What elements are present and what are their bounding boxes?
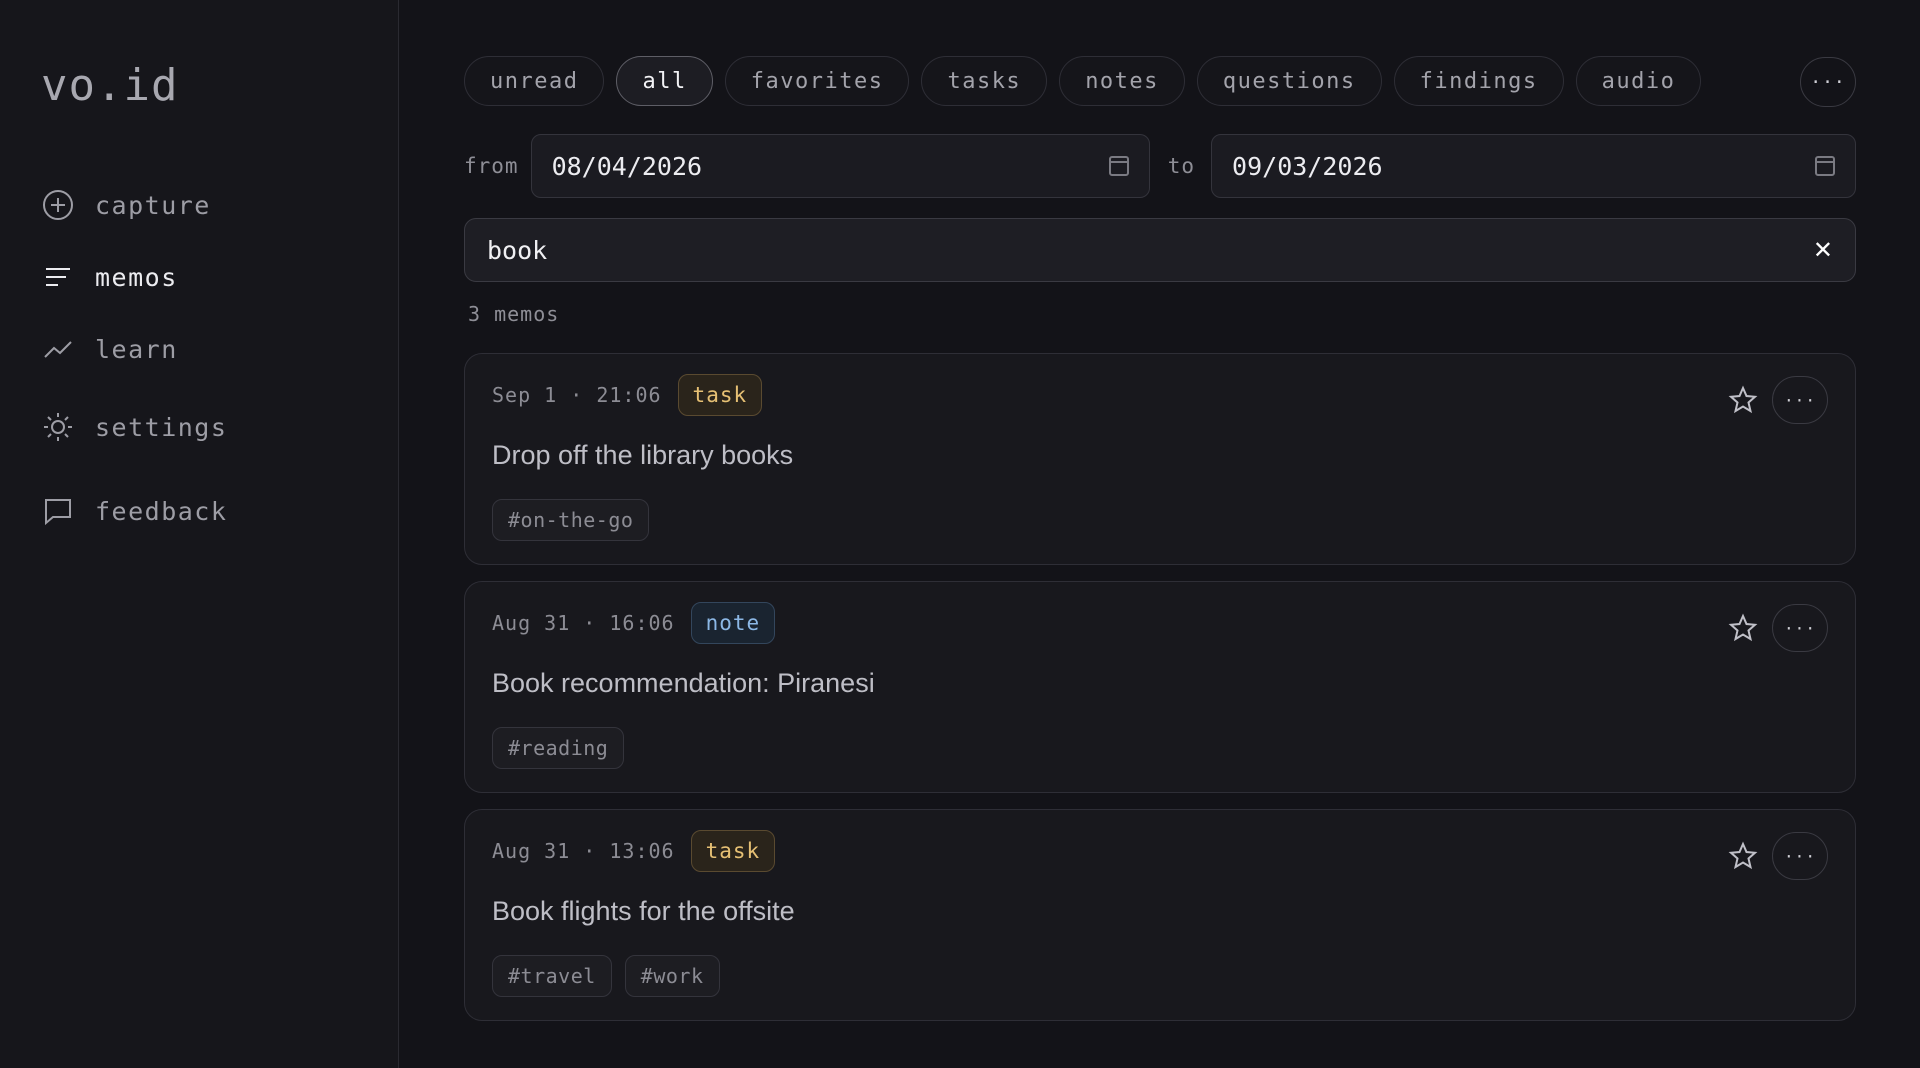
filter-chip-notes[interactable]: notes	[1059, 56, 1185, 106]
calendar-icon[interactable]	[1108, 156, 1129, 176]
clear-search-icon[interactable]: ✕	[1813, 236, 1833, 264]
lines-icon	[41, 260, 75, 294]
sidebar-item-memos[interactable]: memos	[41, 257, 178, 297]
filter-chip-tasks[interactable]: tasks	[921, 56, 1048, 106]
to-date-input[interactable]: 09/03/2026	[1211, 134, 1856, 198]
app-logo[interactable]: vo.id	[41, 60, 178, 111]
memo-card[interactable]: Sep 1 · 21:06 task Drop off the library …	[464, 353, 1856, 565]
type-badge: task	[677, 374, 763, 416]
memo-timestamp: Aug 31 · 13:06	[492, 839, 675, 863]
memo-tag[interactable]: #on-the-go	[492, 499, 650, 541]
memo-timestamp: Sep 1 · 21:06	[492, 383, 662, 407]
filter-chips: unread all favorites tasks notes questio…	[464, 56, 1702, 106]
memo-tag[interactable]: #travel	[492, 955, 612, 997]
type-badge: note	[690, 602, 776, 644]
filter-chip-unread[interactable]: unread	[464, 56, 605, 106]
sidebar-item-label: learn	[95, 334, 178, 364]
gear-icon	[41, 410, 75, 444]
star-icon[interactable]	[1727, 840, 1759, 872]
results-count: 3 memos	[468, 302, 560, 326]
memo-title[interactable]: Book flights for the offsite	[492, 896, 795, 927]
filter-chip-all[interactable]: all	[616, 56, 713, 106]
sidebar-item-feedback[interactable]: feedback	[41, 491, 227, 531]
memo-more-button[interactable]: ···	[1772, 604, 1828, 652]
main-content: unread all favorites tasks notes questio…	[464, 0, 1856, 1068]
memo-timestamp: Aug 31 · 16:06	[492, 611, 675, 635]
memo-tag[interactable]: #reading	[492, 727, 625, 769]
memo-card[interactable]: Aug 31 · 16:06 note Book recommendation:…	[464, 581, 1856, 793]
search-value: book	[487, 235, 548, 265]
sidebar-item-capture[interactable]: capture	[41, 185, 211, 225]
from-date-value: 08/04/2026	[551, 151, 703, 181]
search-input[interactable]: book ✕	[464, 218, 1856, 282]
memo-title[interactable]: Book recommendation: Piranesi	[492, 668, 875, 699]
to-label: to	[1167, 154, 1196, 178]
more-options-button[interactable]: ···	[1800, 57, 1856, 107]
date-range: from 08/04/2026 to 09/03/2026	[464, 134, 1856, 198]
star-icon[interactable]	[1727, 384, 1759, 416]
memo-title[interactable]: Drop off the library books	[492, 440, 793, 471]
sidebar: vo.id capture memos learn settings feedb…	[0, 0, 399, 1068]
star-icon[interactable]	[1727, 612, 1759, 644]
sidebar-item-settings[interactable]: settings	[41, 407, 227, 447]
sidebar-item-label: settings	[95, 412, 228, 442]
from-date-input[interactable]: 08/04/2026	[530, 134, 1150, 198]
type-badge: task	[690, 830, 776, 872]
sidebar-item-label: feedback	[95, 496, 228, 526]
filter-chip-favorites[interactable]: favorites	[724, 56, 910, 106]
filter-chip-findings[interactable]: findings	[1393, 56, 1564, 106]
sidebar-item-label: memos	[95, 262, 178, 292]
from-label: from	[464, 154, 519, 178]
calendar-icon[interactable]	[1815, 156, 1835, 176]
filter-chip-audio[interactable]: audio	[1575, 56, 1702, 106]
memo-tag[interactable]: #work	[624, 955, 720, 997]
to-date-value: 09/03/2026	[1232, 151, 1383, 181]
memo-card[interactable]: Aug 31 · 13:06 task Book flights for the…	[464, 809, 1856, 1021]
trend-icon	[41, 332, 75, 366]
memo-more-button[interactable]: ···	[1772, 376, 1828, 424]
sidebar-item-label: capture	[95, 190, 211, 220]
filter-chip-questions[interactable]: questions	[1196, 56, 1382, 106]
plus-circle-icon	[41, 188, 75, 222]
sidebar-item-learn[interactable]: learn	[41, 329, 178, 369]
memo-more-button[interactable]: ···	[1772, 832, 1828, 880]
chat-icon	[41, 494, 75, 528]
